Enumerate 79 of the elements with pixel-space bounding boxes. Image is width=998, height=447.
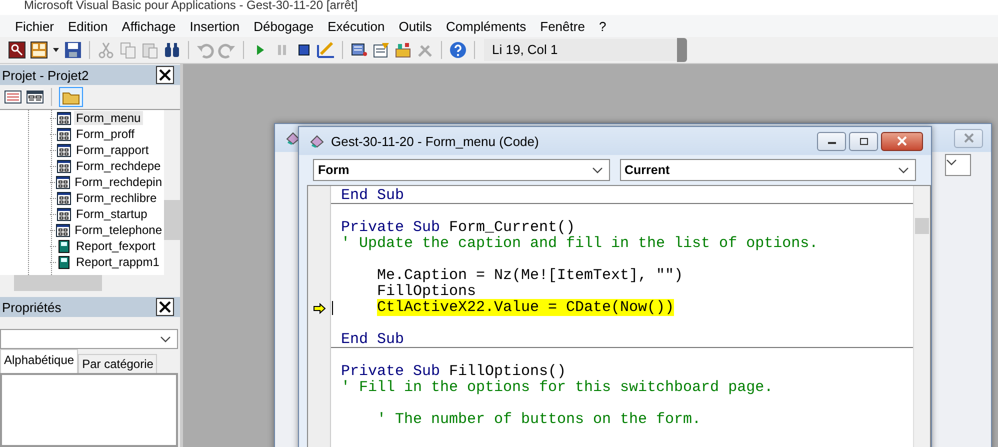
- project-icon[interactable]: [350, 41, 368, 59]
- menu-item[interactable]: Fichier: [8, 18, 62, 34]
- code-line: Me.Caption = Nz(Me![ItemText], ""): [377, 267, 684, 284]
- close-icon: [964, 133, 974, 143]
- form-icon: [57, 144, 71, 156]
- arrow-icon: [312, 302, 326, 314]
- menu-item[interactable]: Exécution: [320, 18, 392, 34]
- properties-icon[interactable]: [372, 41, 390, 59]
- tree-item[interactable]: Form_menu: [74, 111, 143, 125]
- form-icon: [57, 128, 71, 140]
- form-icon: [57, 208, 71, 220]
- tab[interactable]: Alphabétique: [0, 349, 78, 373]
- code-line: ' The number of buttons on the form.: [377, 411, 702, 428]
- window-title: Gest-30-11-20 - Form_menu (Code): [331, 134, 540, 148]
- code-line: End Sub: [341, 187, 404, 204]
- form-icon: [56, 176, 70, 188]
- cursor-position: Li 19, Col 1: [484, 39, 677, 61]
- report-icon: [57, 256, 71, 268]
- menu-item[interactable]: Compléments: [438, 18, 534, 34]
- tree-item[interactable]: Report_rappm1: [74, 255, 162, 269]
- menu-item[interactable]: Affichage: [114, 18, 183, 34]
- form-icon: [57, 192, 71, 204]
- object-dropdown[interactable]: [0, 329, 178, 349]
- report-icon: [57, 240, 71, 252]
- tree-item[interactable]: Form_rapport: [74, 143, 151, 157]
- object-dropdown[interactable]: Form: [313, 159, 610, 181]
- tree-item[interactable]: Form_rechlibre: [74, 191, 159, 205]
- folder-icon[interactable]: [59, 87, 83, 107]
- menu-item[interactable]: Insertion: [182, 18, 247, 34]
- code-line: Private Sub FillOptions(): [341, 363, 566, 380]
- tree-item[interactable]: Form_rechdepin: [72, 175, 164, 189]
- panel-title: Projet - Projet2: [2, 68, 89, 82]
- caret-icon: [592, 166, 602, 174]
- tree-item[interactable]: Form_telephone: [72, 223, 164, 237]
- scrollbar[interactable]: [164, 110, 180, 275]
- window-title: Microsoft Visual Basic pour Applications - Gest-30-11-20 [arrêt]: [0, 0, 998, 15]
- caret-icon: [946, 159, 957, 166]
- panel-title: Propriétés: [2, 300, 62, 314]
- tab[interactable]: Par catégorie: [78, 354, 158, 373]
- form-icon: [57, 112, 71, 124]
- procedure-dropdown[interactable]: [945, 154, 971, 176]
- tree-item[interactable]: Report_fexport: [74, 239, 158, 253]
- close-button[interactable]: [156, 66, 174, 84]
- tree-item[interactable]: Form_rechdepe: [74, 159, 163, 173]
- window-icon: [309, 133, 325, 149]
- toolbox-icon[interactable]: [394, 41, 412, 59]
- code-line: ' Update the caption and fill in the list of options.: [341, 235, 818, 252]
- menu-item[interactable]: Outils: [392, 18, 439, 34]
- menu-item[interactable]: ?: [592, 18, 614, 34]
- form-icon: [57, 160, 71, 172]
- close-button[interactable]: [156, 298, 174, 316]
- toolbar-grip[interactable]: [677, 38, 687, 62]
- code-line: Private Sub Form_Current(): [341, 219, 576, 236]
- procedure-dropdown[interactable]: Current: [620, 159, 916, 181]
- restore-icon: [858, 136, 868, 146]
- close-button[interactable]: [881, 132, 923, 150]
- tree-item[interactable]: Form_startup: [74, 207, 150, 221]
- menu-item[interactable]: Fenêtre: [533, 18, 592, 34]
- view-code-icon[interactable]: [4, 90, 22, 104]
- code-line: ' Fill in the options for this switchboard page.: [341, 379, 774, 396]
- save-icon[interactable]: [64, 41, 82, 59]
- form-icon[interactable]: [30, 41, 48, 59]
- scrollbar[interactable]: [913, 186, 930, 447]
- caret-icon: [160, 336, 171, 342]
- binoculars-icon[interactable]: [163, 41, 181, 59]
- form-icon: [56, 224, 70, 236]
- tree-item[interactable]: Form_proff: [74, 127, 136, 141]
- restore-button[interactable]: [849, 132, 878, 150]
- help-icon[interactable]: [449, 41, 467, 59]
- close-icon: [897, 136, 907, 146]
- caret-icon: [898, 166, 909, 174]
- form-icon[interactable]: [26, 90, 44, 104]
- code-line: FillOptions: [377, 283, 476, 300]
- minimize-button[interactable]: [817, 132, 846, 150]
- menu-item[interactable]: Débogage: [246, 18, 321, 34]
- code-line: End Sub: [341, 331, 404, 348]
- menu-item[interactable]: Edition: [61, 18, 115, 34]
- window-icon: [285, 130, 301, 146]
- design-icon[interactable]: [317, 41, 335, 59]
